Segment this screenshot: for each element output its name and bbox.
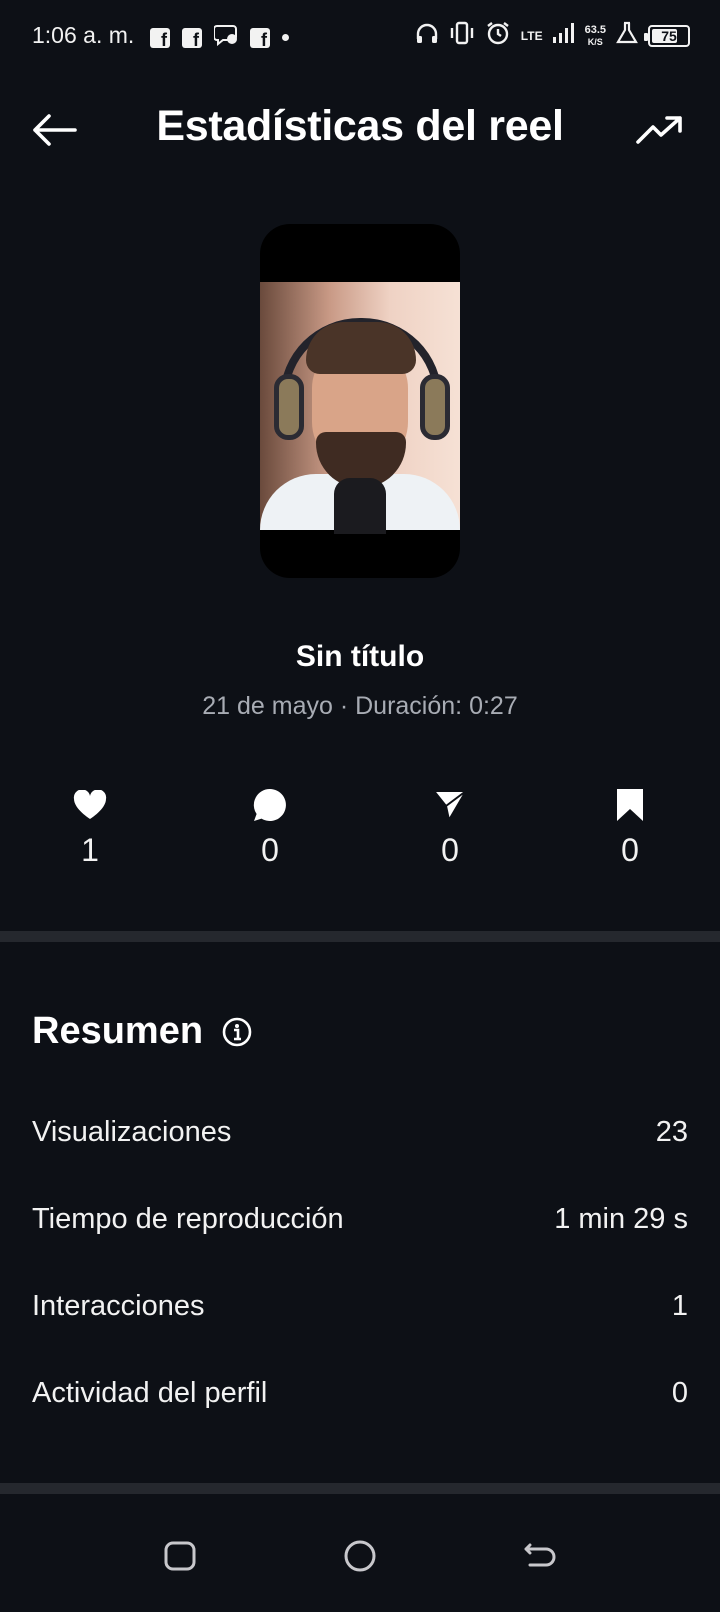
network-speed: 63.5 K/S [585,24,606,48]
speed-unit: K/S [587,36,603,47]
comments-stat: 0 [210,786,330,869]
saves-stat: 0 [570,786,690,869]
recent-apps-button[interactable] [160,1536,200,1576]
trending-up-icon [636,116,682,144]
battery-percent: 75 [661,27,677,44]
reel-title: Sin título [295,640,425,673]
summary-header: Resumen [32,1010,253,1053]
battery-icon: 75 [644,24,690,47]
row-value: 0 [671,1376,688,1409]
home-button[interactable] [340,1536,380,1576]
info-icon[interactable] [221,1016,253,1048]
back-arrow-icon [524,1543,556,1567]
system-icons: LTE 63.5 K/S 75 [415,20,690,51]
status-time: 1:06 a. m. [32,22,135,48]
messenger-notification-icon [213,24,238,51]
comments-count: 0 [261,832,279,868]
comment-icon [210,786,330,824]
likes-stat: 1 [30,786,150,869]
facebook-notification-icon [150,27,170,51]
row-label: Interacciones [32,1289,205,1322]
row-value: 1 [671,1289,688,1322]
row-value: 1 min 29 s [554,1202,688,1235]
ear-cup-left [274,374,304,440]
reel-meta: 21 de mayo · Duración: 0:27 [202,692,518,720]
alarm-icon [485,20,511,51]
bookmark-icon [570,786,690,824]
ear-cup-right [420,374,450,440]
header: Estadísticas del reel [0,90,720,170]
status-bar: 1:06 a. m. LTE [0,0,720,72]
summary-row-watch-time[interactable]: Tiempo de reproducción 1 min 29 s [32,1194,688,1244]
network-type: LTE [521,30,543,42]
vibrate-icon [449,21,475,50]
more-notifications-dot [282,34,289,41]
section-divider [0,1483,720,1494]
shares-count: 0 [441,832,459,868]
circle-icon [344,1540,376,1572]
row-value: 23 [655,1115,688,1148]
network-label: LTE [520,28,543,43]
reel-preview-image [260,282,460,534]
reel-insights-screen: 1:06 a. m. LTE [0,0,720,1612]
row-label: Tiempo de reproducción [32,1202,344,1235]
summary-title: Resumen [32,1010,204,1052]
engagement-counts: 1 0 0 0 [0,786,720,886]
square-icon [164,1541,196,1571]
trends-button[interactable] [634,108,686,152]
section-divider [0,931,720,942]
likes-count: 1 [81,832,99,868]
summary-row-profile-activity[interactable]: Actividad del perfil 0 [32,1368,688,1418]
page-title: Estadísticas del reel [156,102,564,150]
heart-icon [30,786,150,824]
speed-value: 63.5 [584,23,606,36]
microphone [334,478,386,534]
share-icon [390,786,510,824]
signal-icon [552,23,575,48]
notification-icons [150,24,289,51]
saves-count: 0 [621,832,639,868]
facebook-notification-icon [250,27,270,51]
summary-row-interactions[interactable]: Interacciones 1 [32,1281,688,1331]
shares-stat: 0 [390,786,510,869]
facebook-notification-icon [182,27,202,51]
headphones-icon [415,21,439,50]
flask-icon [616,21,638,50]
system-navigation-bar [0,1494,720,1612]
row-label: Visualizaciones [32,1115,232,1148]
row-label: Actividad del perfil [32,1376,268,1409]
reel-thumbnail[interactable] [260,224,460,578]
hair [306,322,416,374]
summary-row-views[interactable]: Visualizaciones 23 [32,1107,688,1157]
back-nav-button[interactable] [520,1536,560,1576]
